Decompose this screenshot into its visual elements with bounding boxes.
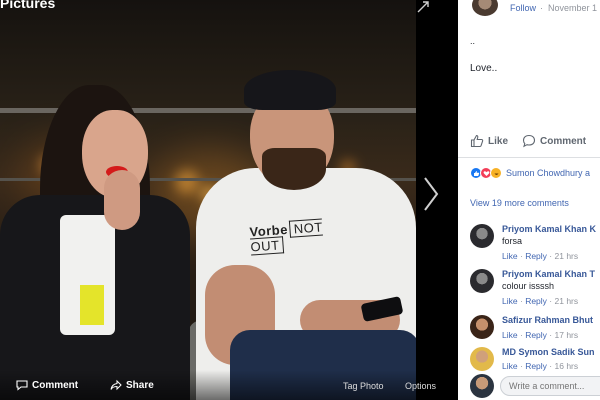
- arm: [104, 170, 140, 230]
- separator: ·: [519, 251, 523, 261]
- comment-text: forsa: [502, 236, 523, 246]
- separator: ·: [549, 330, 553, 340]
- write-comment-box: [470, 374, 600, 400]
- current-user-avatar: [470, 374, 494, 398]
- comment-meta: Like · Reply · 21 hrs: [502, 251, 578, 261]
- view-more-comments-link[interactable]: View 19 more comments: [470, 198, 569, 208]
- commenter-name[interactable]: MD Symon Sadik Sun: [502, 347, 595, 357]
- reactions-text[interactable]: Sumon Chowdhury a: [506, 168, 590, 178]
- post-dots: ..: [470, 36, 476, 46]
- comment-reply-link[interactable]: Reply: [525, 330, 547, 340]
- photo-viewer: Vorbe NOT OUT Pictures Comment Share Tag …: [0, 0, 458, 400]
- comment-icon: [16, 380, 28, 391]
- separator: ·: [519, 330, 523, 340]
- separator: ·: [549, 361, 553, 371]
- next-photo-arrow[interactable]: [418, 172, 444, 216]
- like-button-label: Like: [488, 135, 509, 147]
- post-date[interactable]: November 1: [548, 3, 597, 13]
- comment-reply-link[interactable]: Reply: [525, 361, 547, 371]
- comment-time[interactable]: 17 hrs: [555, 330, 579, 340]
- tee-print: Vorbe NOT OUT: [249, 218, 324, 256]
- comment-bubble-icon: [522, 134, 536, 148]
- commenter-name[interactable]: Priyom Kamal Khan T: [502, 269, 595, 279]
- viewer-title: Pictures: [0, 0, 56, 11]
- comment-action-button[interactable]: Comment: [522, 134, 586, 148]
- comment-like-link[interactable]: Like: [502, 296, 518, 306]
- separator: ·: [549, 296, 553, 306]
- follow-link[interactable]: Follow: [510, 3, 536, 13]
- options-link[interactable]: Options: [405, 381, 436, 391]
- thumbs-up-icon: [470, 134, 484, 148]
- comment-time[interactable]: 21 hrs: [555, 296, 579, 306]
- commenter-avatar[interactable]: [470, 347, 494, 371]
- viewer-bottom-bar: Comment Share Tag Photo Options: [0, 370, 458, 400]
- write-comment-input[interactable]: [500, 376, 600, 396]
- comment-meta: Like · Reply · 21 hrs: [502, 296, 578, 306]
- comment-action-label: Comment: [540, 135, 587, 147]
- commenter-avatar[interactable]: [470, 315, 494, 339]
- comment-reply-link[interactable]: Reply: [525, 296, 547, 306]
- comment-button-label: Comment: [32, 379, 79, 391]
- share-button[interactable]: Share: [110, 379, 154, 391]
- cap: [244, 70, 336, 110]
- post-actions: Like Comment: [458, 128, 600, 158]
- comment-time[interactable]: 21 hrs: [555, 251, 579, 261]
- separator: ·: [549, 251, 553, 261]
- expand-icon[interactable]: [416, 0, 436, 14]
- reactions-summary[interactable]: Sumon Chowdhury a: [470, 167, 590, 179]
- comment-meta: Like · Reply · 17 hrs: [502, 330, 578, 340]
- separator: ·: [540, 3, 543, 13]
- commenter-avatar[interactable]: [470, 224, 494, 248]
- comment-time[interactable]: 16 hrs: [555, 361, 579, 371]
- comment-like-link[interactable]: Like: [502, 251, 518, 261]
- commenter-name[interactable]: Safizur Rahman Bhut: [502, 315, 593, 325]
- comment-text: colour issssh: [502, 281, 555, 291]
- photo[interactable]: Vorbe NOT OUT: [0, 0, 416, 400]
- like-button[interactable]: Like: [470, 134, 508, 148]
- commenter-avatar[interactable]: [470, 269, 494, 293]
- beard: [262, 148, 326, 190]
- haha-reaction-icon: [490, 167, 502, 179]
- tag-photo-link[interactable]: Tag Photo: [343, 381, 384, 391]
- comment-button[interactable]: Comment: [16, 379, 78, 391]
- chevron-right-icon: [424, 177, 439, 211]
- comment-like-link[interactable]: Like: [502, 361, 518, 371]
- separator: ·: [519, 296, 523, 306]
- comment-meta: Like · Reply · 16 hrs: [502, 361, 578, 371]
- comment-like-link[interactable]: Like: [502, 330, 518, 340]
- comment-reply-link[interactable]: Reply: [525, 251, 547, 261]
- separator: ·: [519, 361, 523, 371]
- comments-panel: Follow · November 1 .. Love.. Like Comme…: [458, 0, 600, 400]
- share-icon: [110, 379, 122, 391]
- bokeh-light: [175, 170, 199, 194]
- yellow-top: [80, 285, 104, 325]
- share-button-label: Share: [126, 379, 154, 391]
- post-text: Love..: [470, 63, 498, 74]
- author-avatar[interactable]: [472, 0, 498, 16]
- commenter-name[interactable]: Priyom Kamal Khan K: [502, 224, 596, 234]
